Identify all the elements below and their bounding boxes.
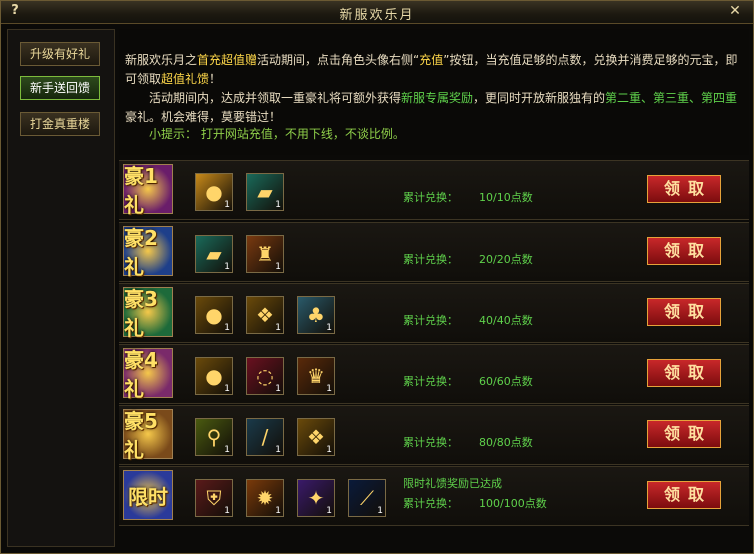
item-count: 1 [224, 445, 230, 455]
item-count: 1 [275, 323, 281, 333]
claim-button[interactable]: 领取 [647, 481, 721, 509]
claim-button[interactable]: 领取 [647, 359, 721, 387]
gold-bag-icon[interactable]: ● 1 [195, 173, 233, 211]
item-count: 1 [224, 323, 230, 333]
claim-button[interactable]: 领取 [647, 175, 721, 203]
cumulative-label: 累计兑换： [403, 436, 458, 449]
purple-dragon-icon[interactable]: ✦ 1 [297, 479, 335, 517]
reward-row: 豪4礼 ● 1 ◌ 1 ♛ 1 累计兑换： 60/60点数 领取 [119, 344, 749, 404]
cumulative-label: 累计兑换： [403, 191, 458, 204]
title-bar: ? 新服欢乐月 ✕ [1, 1, 753, 24]
reward-tier-label: 豪2礼 [124, 226, 158, 279]
golden-armor-icon[interactable]: ♜ 1 [246, 235, 284, 273]
jade-treasure-icon[interactable]: ♣ 1 [297, 296, 335, 334]
item-count: 1 [326, 384, 332, 394]
intro-highlight: 首充超值赠 [197, 53, 258, 67]
gold-orb-icon[interactable]: ● 1 [195, 357, 233, 395]
close-icon[interactable]: ✕ [727, 3, 743, 19]
achievement-status: 限时礼馈奖励已达成 [403, 477, 502, 490]
cumulative-value: 40/40点数 [479, 314, 533, 327]
intro-text-segment: 新服欢乐月之 [125, 53, 198, 67]
intro-text: 新服欢乐月之首充超值赠活动期间，点击角色头像右侧“充值”按钮，当充值足够的点数，… [119, 29, 749, 155]
item-count: 1 [224, 200, 230, 210]
sidebar: 升级有好礼 新手送回馈 打金真重楼 [7, 29, 115, 547]
sidebar-item-gold-tower[interactable]: 打金真重楼 [20, 112, 100, 136]
item-count: 1 [326, 323, 332, 333]
green-robe-icon[interactable]: ⚲ 1 [195, 418, 233, 456]
sidebar-item-level-up[interactable]: 升级有好礼 [20, 42, 100, 66]
intro-paragraph-1: 新服欢乐月之首充超值赠活动期间，点击角色头像右侧“充值”按钮，当充值足够的点数，… [125, 51, 745, 89]
claim-button[interactable]: 领取 [647, 298, 721, 326]
fire-rune-icon[interactable]: ✹ 1 [246, 479, 284, 517]
item-count: 1 [275, 506, 281, 516]
red-scroll-icon[interactable]: ▰ 1 [195, 235, 233, 273]
cumulative-value: 60/60点数 [479, 375, 533, 388]
event-window: ? 新服欢乐月 ✕ 升级有好礼 新手送回馈 打金真重楼 新服欢乐月之首充超值赠活… [0, 0, 754, 554]
blue-spear-icon[interactable]: ⟋ 1 [348, 479, 386, 517]
cumulative-label: 累计兑换： [403, 375, 458, 388]
item-count: 1 [224, 262, 230, 272]
gold-token-icon[interactable]: ❖ 1 [297, 418, 335, 456]
cumulative-value: 100/100点数 [479, 497, 547, 510]
intro-text-segment: 活动期间内，达成并领取一重豪礼将可额外获得 [149, 91, 402, 105]
intro-highlight: 新服专属奖励 [401, 91, 474, 105]
intro-text-segment: ！ [209, 72, 222, 86]
reward-tier-badge: 豪1礼 [123, 164, 173, 217]
intro-text-segment: 活动期间，点击角色头像右侧“ [257, 53, 420, 67]
reward-row: 豪5礼 ⚲ 1/1 ❖ 1 累计兑换： 80/80点数 领取 [119, 405, 749, 465]
cumulative-label: 累计兑换： [403, 497, 458, 510]
reward-row: 限时 ⛨ 1 ✹ 1 ✦ 1 ⟋ 1 限时礼馈奖励已达成 累计兑换： 100/100点数 领取 [119, 466, 749, 526]
item-count: 1 [275, 445, 281, 455]
reward-row: 豪2礼 ▰ 1 ♜ 1 累计兑换： 20/20点数 领取 [119, 222, 749, 282]
claim-button[interactable]: 领取 [647, 237, 721, 265]
cumulative-label: 累计兑换： [403, 253, 458, 266]
window-title: 新服欢乐月 [339, 8, 415, 23]
reward-tier-label: 豪3礼 [124, 287, 158, 340]
intro-paragraph-2: 活动期间内，达成并领取一重豪礼将可额外获得新服专属奖励，更同时开放新服独有的第二… [125, 89, 745, 127]
item-count: 1 [224, 506, 230, 516]
main-panel: 新服欢乐月之首充超值赠活动期间，点击角色头像右侧“充值”按钮，当充值足够的点数，… [119, 29, 749, 547]
item-count: 1 [224, 384, 230, 394]
tip-text: 小提示： 打开网站充值，不用下线，不谈比例。 [149, 127, 405, 141]
intro-highlight: 第二重、第三重、第四重 [605, 91, 738, 105]
cumulative-value: 10/10点数 [479, 191, 533, 204]
intro-highlight: 充值 [419, 53, 444, 67]
claim-button[interactable]: 领取 [647, 420, 721, 448]
red-scroll-icon[interactable]: ▰ 1 [246, 173, 284, 211]
reward-tier-badge: 限时 [123, 470, 173, 520]
item-count: 1 [326, 506, 332, 516]
reward-row: 豪3礼 ● 1 ❖ 1 ♣ 1 累计兑换： 40/40点数 领取 [119, 283, 749, 343]
intro-text-segment: 豪礼。机会难得，莫要错过！ [125, 110, 282, 124]
gold-helmet-icon[interactable]: ♛ 1 [297, 357, 335, 395]
item-count: 1 [326, 445, 332, 455]
sword-icon[interactable]: /1 [246, 418, 284, 456]
reward-tier-badge: 豪2礼 [123, 226, 173, 279]
reward-tier-label: 限时 [128, 484, 168, 509]
reward-tier-label: 豪5礼 [124, 409, 158, 462]
shield-crest-icon[interactable]: ⛨ 1 [195, 479, 233, 517]
reward-tier-badge: 豪4礼 [123, 348, 173, 401]
reward-tier-badge: 豪5礼 [123, 409, 173, 462]
reward-tier-label: 豪1礼 [124, 164, 158, 217]
cumulative-label: 累计兑换： [403, 314, 458, 327]
reward-row: 豪1礼 ● 1 ▰ 1 累计兑换： 10/10点数 领取 [119, 160, 749, 220]
item-count: 1 [377, 506, 383, 516]
intro-text-segment: ，更同时开放新服独有的 [473, 91, 606, 105]
item-count: 1 [275, 262, 281, 272]
intro-highlight: 超值礼馈 [161, 72, 210, 86]
item-count: 1 [275, 200, 281, 210]
cumulative-value: 20/20点数 [479, 253, 533, 266]
sidebar-item-newbie-reward[interactable]: 新手送回馈 [20, 76, 100, 100]
gold-token-icon[interactable]: ❖ 1 [246, 296, 284, 334]
reward-tier-label: 豪4礼 [124, 348, 158, 401]
gold-orb-icon[interactable]: ● 1 [195, 296, 233, 334]
red-necklace-icon[interactable]: ◌ 1 [246, 357, 284, 395]
cumulative-value: 80/80点数 [479, 436, 533, 449]
reward-tier-badge: 豪3礼 [123, 287, 173, 340]
item-count: 1 [275, 384, 281, 394]
